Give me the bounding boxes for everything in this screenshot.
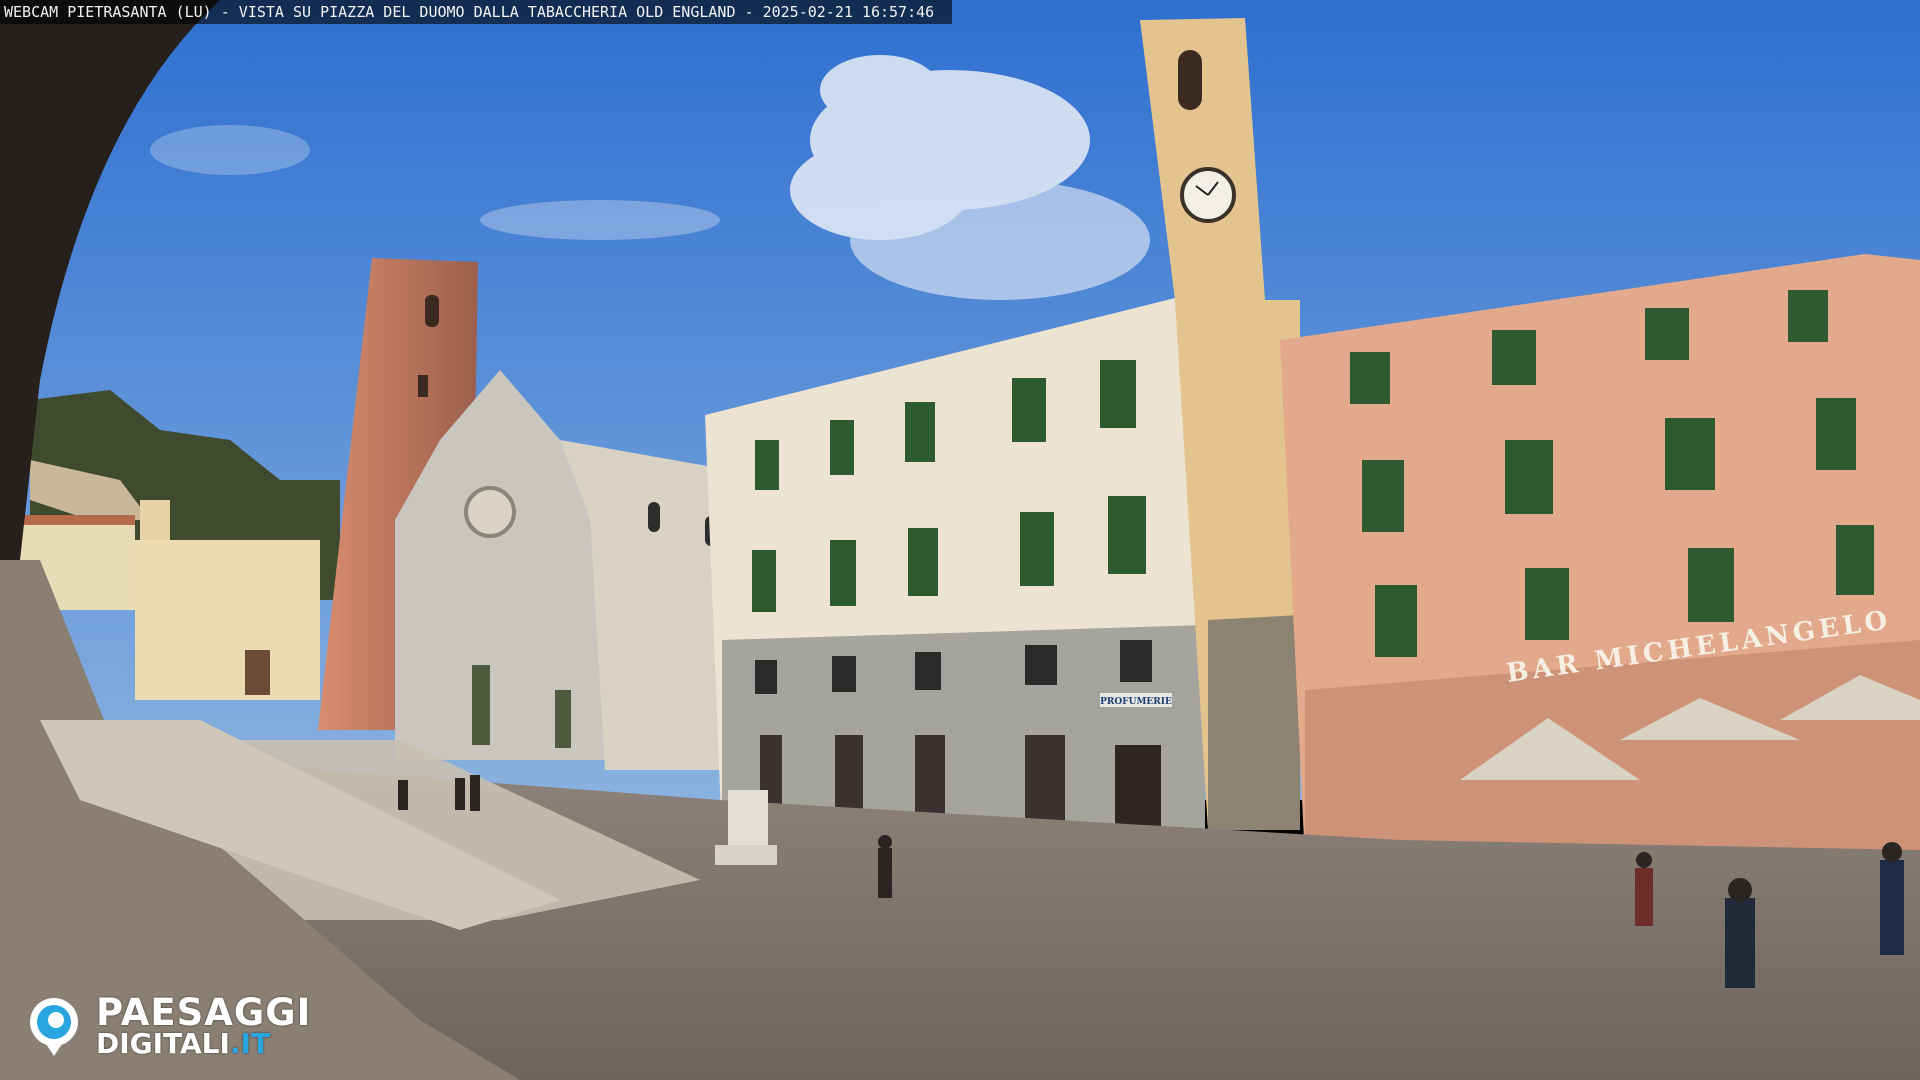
statue (728, 790, 768, 850)
rose-window (464, 486, 516, 538)
logo-line2: DIGITALI.IT (96, 1030, 270, 1058)
eye-logo-icon (30, 998, 78, 1056)
piazza-scene: PROFUMERIE BAR MICHELANGELO (0, 0, 1920, 1080)
paesaggi-digitali-logo: PAESAGGI DIGITALI.IT (26, 990, 336, 1060)
webcam-caption: WEBCAM PIETRASANTA (LU) - VISTA SU PIAZZ… (0, 0, 953, 24)
sant-agostino-church (135, 540, 320, 700)
logo-line2-tld: .IT (229, 1027, 271, 1060)
logo-line2-main: DIGITALI (96, 1027, 230, 1060)
webcam-frame: PROFUMERIE BAR MICHELANGELO WEBCAM PIETR… (0, 0, 1920, 1080)
profumerie-sign: PROFUMERIE (1100, 697, 1172, 707)
logo-line1: PAESAGGI (96, 991, 312, 1034)
